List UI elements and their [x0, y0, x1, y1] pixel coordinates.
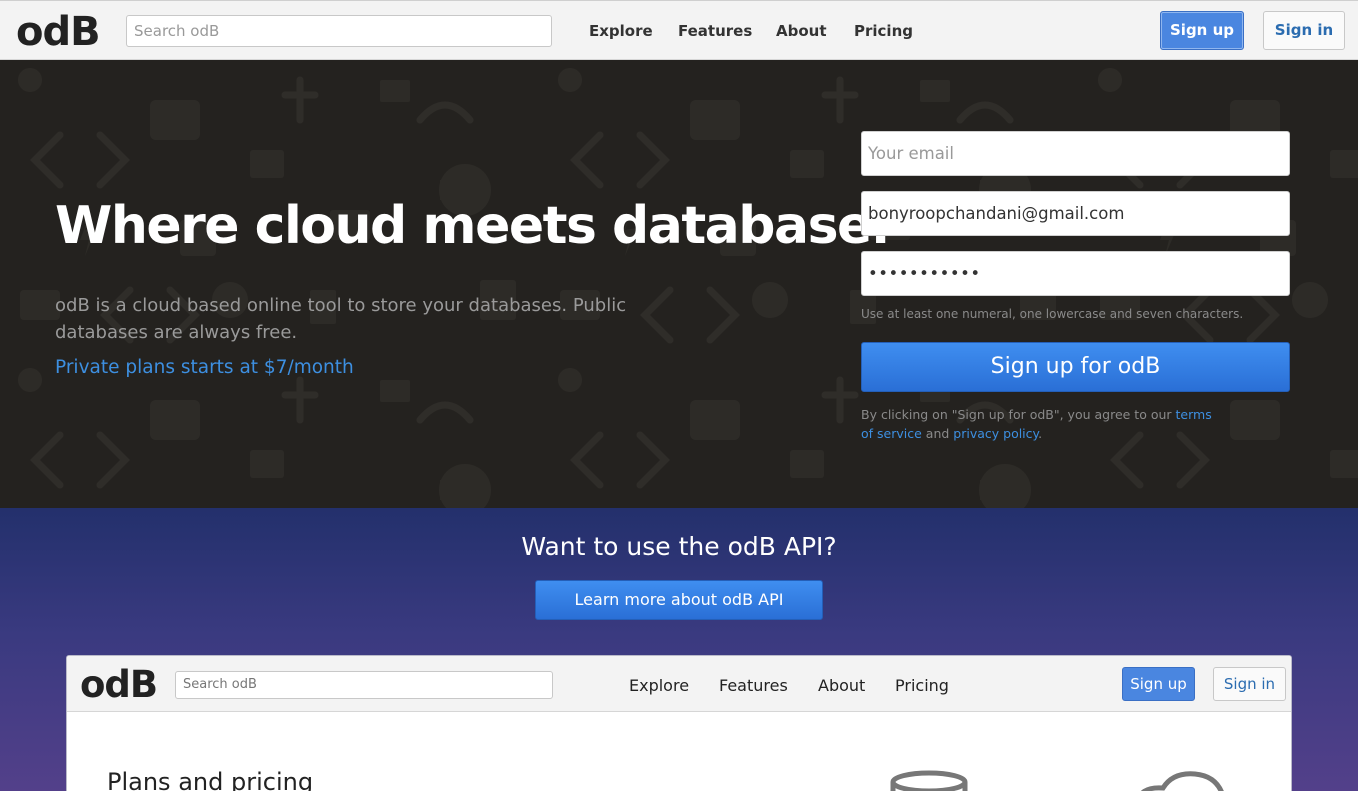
password-hint: Use at least one numeral, one lowercase … [861, 307, 1244, 321]
username-field[interactable]: bonyroopchandani@gmail.com [861, 191, 1290, 236]
privacy-policy-link[interactable]: privacy policy [953, 426, 1038, 441]
password-field[interactable]: ••••••••••• [861, 251, 1290, 296]
preview-header: odB Search odB Explore Features About Pr… [67, 656, 1291, 712]
preview-search-input: Search odB [175, 671, 553, 699]
database-icon [890, 770, 968, 791]
preview-nav-pricing: Pricing [895, 676, 949, 695]
header-signin-button[interactable]: Sign in [1263, 11, 1345, 50]
preview-signup-button: Sign up [1122, 667, 1195, 701]
terms-and: and [921, 426, 954, 441]
preview-nav-about: About [818, 676, 866, 695]
signup-for-odb-button[interactable]: Sign up for odB [861, 342, 1290, 392]
learn-more-api-button[interactable]: Learn more about odB API [535, 580, 823, 620]
cloud-icon [1140, 771, 1224, 791]
nav-explore[interactable]: Explore [589, 22, 653, 40]
nav-features[interactable]: Features [678, 22, 752, 40]
email-field[interactable]: Your email [861, 131, 1290, 176]
top-header: odB Search odB Explore Features About Pr… [0, 0, 1358, 60]
terms-prefix: By clicking on "Sign up for odB", you ag… [861, 407, 1176, 422]
preview-nav-features: Features [719, 676, 788, 695]
terms-notice: By clicking on "Sign up for odB", you ag… [861, 405, 1221, 443]
hero-title: Where cloud meets database. [55, 196, 891, 256]
nav-about[interactable]: About [776, 22, 827, 40]
hero-section: Where cloud meets database. odB is a clo… [0, 60, 1358, 508]
site-preview-screenshot: odB Search odB Explore Features About Pr… [66, 655, 1292, 791]
preview-logo: odB [80, 663, 158, 706]
preview-plans-title: Plans and pricing [107, 768, 314, 791]
private-plans-link[interactable]: Private plans starts at $7/month [55, 357, 354, 378]
search-input[interactable]: Search odB [126, 15, 552, 47]
preview-nav-explore: Explore [629, 676, 690, 695]
api-title: Want to use the odB API? [521, 532, 837, 561]
preview-signin-button: Sign in [1213, 667, 1286, 701]
terms-suffix: . [1038, 426, 1043, 441]
hero-description: odB is a cloud based online tool to stor… [55, 295, 627, 343]
nav-pricing[interactable]: Pricing [854, 22, 913, 40]
odb-logo[interactable]: odB [16, 9, 101, 55]
header-signup-button[interactable]: Sign up [1160, 11, 1244, 50]
